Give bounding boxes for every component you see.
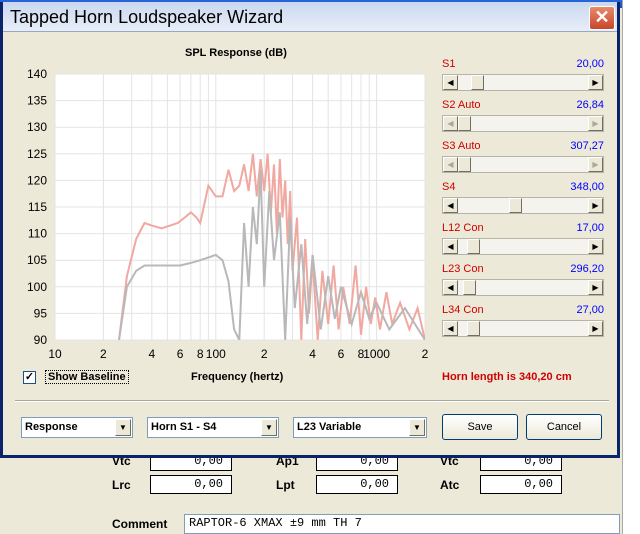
slider-value: 17,00 [576,222,604,234]
slider-label: S1 [442,58,456,70]
close-icon: ✕ [594,7,610,27]
separator [15,400,609,402]
x-tick-label: 1000 [363,347,390,361]
check-icon: ✓ [24,371,35,383]
slider-label: L34 Con [442,304,484,316]
slider-value: 26,84 [576,99,604,111]
field-value[interactable]: 0,00 [150,475,232,494]
cancel-button[interactable]: Cancel [526,414,602,440]
slider-value: 348,00 [570,181,604,193]
variable-select-value: L23 Variable [297,421,362,433]
slider-track[interactable]: ◀ ▶ [442,197,604,214]
comment-field[interactable]: RAPTOR-6 XMAX ±9 mm TH 7 [184,514,620,534]
y-tick-label: 105 [27,253,47,267]
spl-chart: 909510010511011512012513013514010 2 4 6 8 100… [27,67,429,361]
close-button[interactable]: ✕ [589,6,615,30]
slider-thumb[interactable] [458,157,471,172]
field-value[interactable]: 0,00 [480,475,562,494]
x-tick-label: 4 [148,347,155,361]
arrow-right-icon[interactable]: ▶ [588,280,603,295]
x-tick-label: 2 [261,347,268,361]
arrow-right-icon[interactable]: ▶ [588,75,603,90]
arrow-right-icon[interactable]: ▶ [588,239,603,254]
x-tick-label: 6 [177,347,184,361]
y-tick-label: 125 [27,147,47,161]
slider-thumb[interactable] [458,116,471,131]
slider-value: 307,27 [570,140,604,152]
x-axis-label: Frequency (hertz) [191,371,284,383]
window-title: Tapped Horn Loudspeaker Wizard [10,7,284,27]
arrow-left-icon[interactable]: ◀ [443,321,458,336]
chevron-down-icon[interactable]: ▼ [115,419,131,436]
view-select[interactable]: Response ▼ [21,417,133,438]
slider-label: S3 Auto [442,140,481,152]
checkbox-box[interactable]: ✓ [23,371,36,384]
titlebar: Tapped Horn Loudspeaker Wizard ✕ [3,2,617,32]
slider-label: S2 Auto [442,99,481,111]
y-tick-label: 120 [27,173,47,187]
slider-label: L12 Con [442,222,484,234]
arrow-right-icon[interactable]: ▶ [588,116,603,131]
slider-track[interactable]: ◀ ▶ [442,279,604,296]
y-tick-label: 100 [27,280,47,294]
chevron-down-icon[interactable]: ▼ [409,419,425,436]
arrow-right-icon[interactable]: ▶ [588,198,603,213]
arrow-left-icon[interactable]: ◀ [443,116,458,131]
x-tick-label: 2 [100,347,107,361]
x-tick-label: 6 [338,347,345,361]
slider-track[interactable]: ◀ ▶ [442,115,604,132]
field-label: Lrc [112,478,131,492]
chevron-down-icon[interactable]: ▼ [261,419,277,436]
horn-section-select-value: Horn S1 - S4 [151,421,217,433]
slider-track[interactable]: ◀ ▶ [442,320,604,337]
arrow-left-icon[interactable]: ◀ [443,198,458,213]
slider-track[interactable]: ◀ ▶ [442,156,604,173]
slider-thumb[interactable] [509,198,523,213]
y-tick-label: 140 [27,67,47,81]
wizard-dialog: Tapped Horn Loudspeaker Wizard ✕ SPL Res… [0,2,620,458]
arrow-left-icon[interactable]: ◀ [443,157,458,172]
arrow-right-icon[interactable]: ▶ [588,321,603,336]
slider-label: S4 [442,181,456,193]
field-label: Lpt [276,478,295,492]
slider-thumb[interactable] [462,280,476,295]
arrow-left-icon[interactable]: ◀ [443,239,458,254]
y-tick-label: 115 [28,200,47,214]
y-tick-label: 90 [34,333,48,347]
slider-thumb[interactable] [467,321,481,336]
x-tick-label: 10 [48,347,62,361]
variable-select[interactable]: L23 Variable ▼ [293,417,427,438]
field-label: Atc [440,478,460,492]
arrow-left-icon[interactable]: ◀ [443,75,458,90]
slider-thumb[interactable] [467,239,481,254]
slider-value: 296,20 [570,263,604,275]
field-value[interactable]: 0,00 [316,475,398,494]
arrow-right-icon[interactable]: ▶ [588,157,603,172]
horn-length-text: Horn length is 340,20 cm [442,371,572,383]
x-tick-label: 100 [206,347,226,361]
slider-thumb[interactable] [470,75,484,90]
show-baseline-label[interactable]: Show Baseline [45,370,129,384]
slider-value: 20,00 [576,58,604,70]
y-tick-label: 130 [27,120,47,134]
arrow-left-icon[interactable]: ◀ [443,280,458,295]
view-select-value: Response [25,421,78,433]
comment-label: Comment [112,517,168,531]
y-tick-label: 135 [27,94,47,108]
y-tick-label: 95 [34,306,48,320]
dialog-client: SPL Response (dB) 90 95 100 105 110 115 120 125… [5,34,615,452]
x-tick-label: 2 [422,347,429,361]
save-button[interactable]: Save [442,414,518,440]
background-scroll-edge [622,0,640,534]
slider-track[interactable]: ◀ ▶ [442,74,604,91]
horn-section-select[interactable]: Horn S1 - S4 ▼ [147,417,279,438]
x-tick-label: 8 [197,347,204,361]
slider-label: L23 Con [442,263,484,275]
slider-track[interactable]: ◀ ▶ [442,238,604,255]
x-tick-label: 4 [309,347,316,361]
y-tick-label: 110 [28,227,47,241]
slider-value: 27,00 [576,304,604,316]
